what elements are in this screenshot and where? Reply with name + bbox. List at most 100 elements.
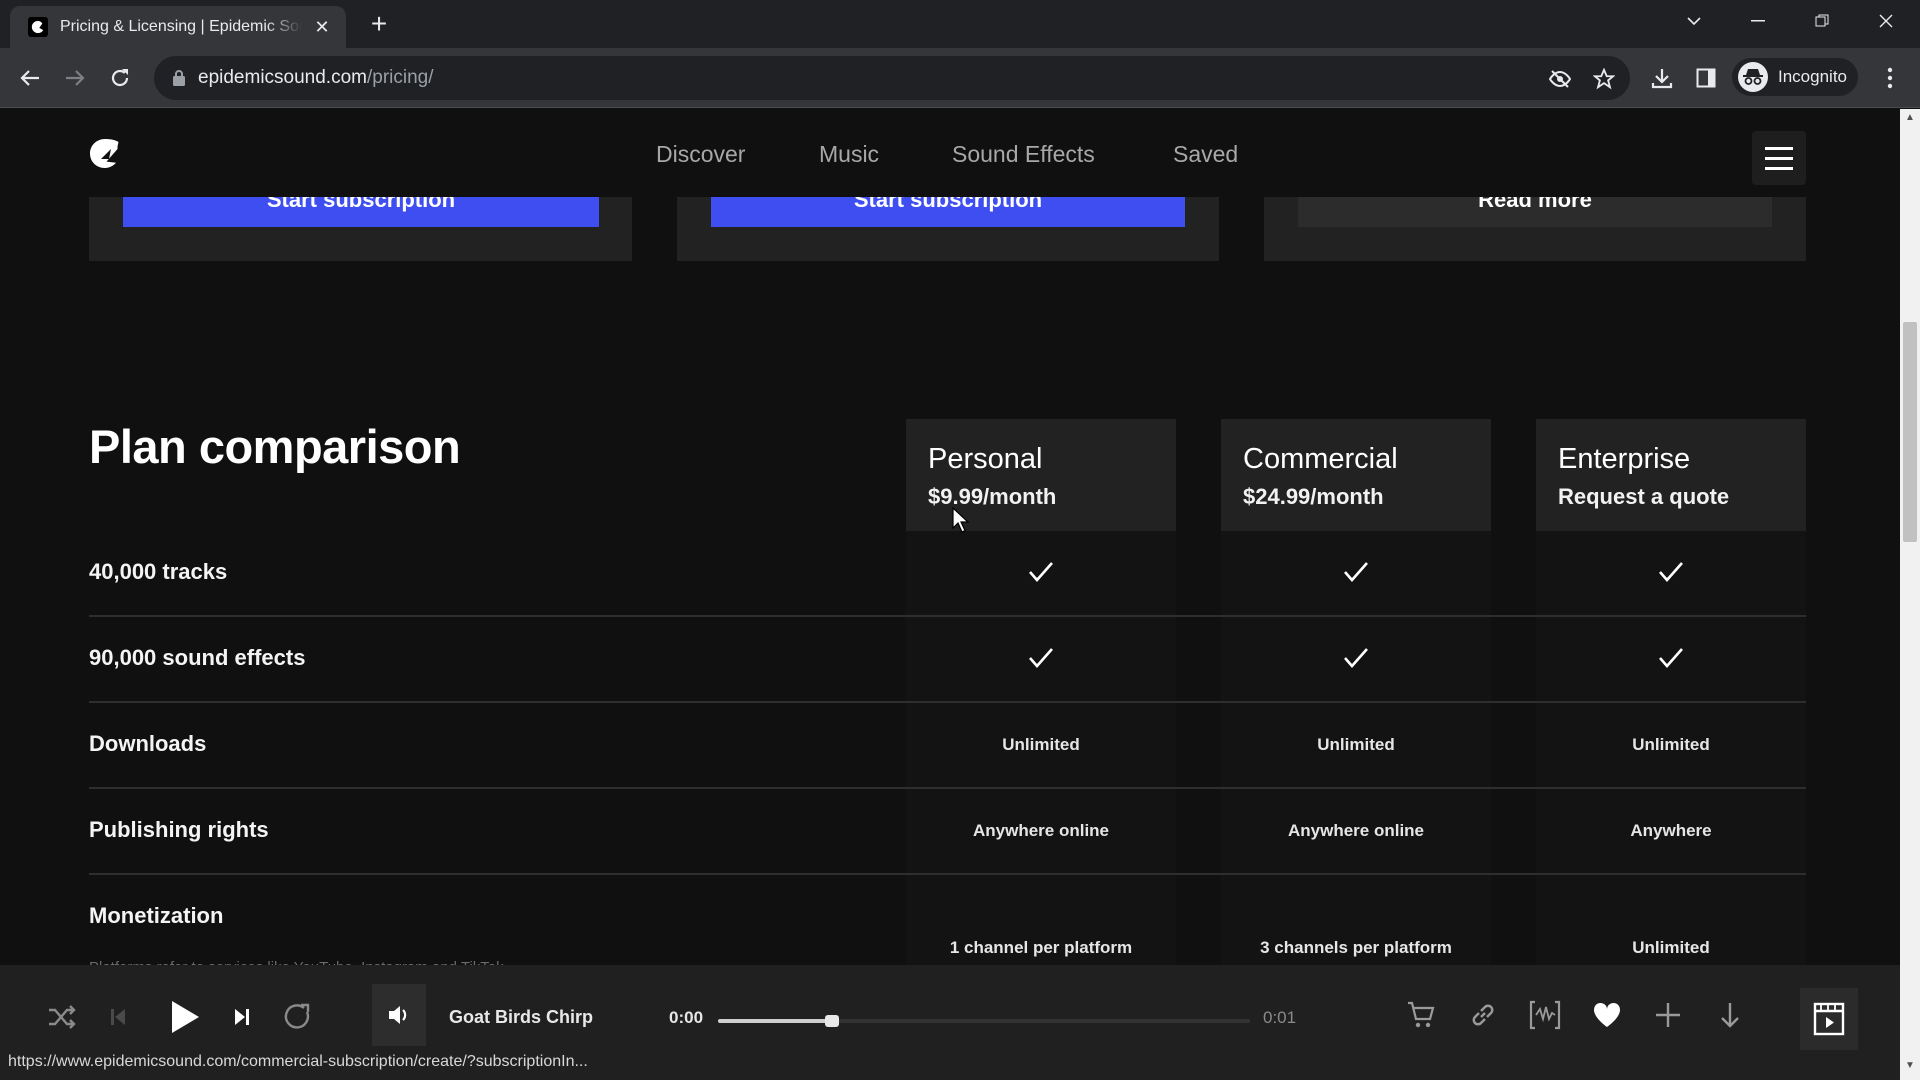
address-bar[interactable]: epidemicsound.com/pricing/ — [154, 56, 1630, 100]
browser-tab-active[interactable]: Pricing & Licensing | Epidemic Sound ✕ — [10, 6, 346, 48]
check-icon — [1221, 647, 1491, 669]
minimize-button[interactable] — [1734, 8, 1782, 34]
reload-button[interactable] — [104, 62, 136, 94]
status-bar-url: https://www.epidemicsound.com/commercial… — [0, 1049, 596, 1078]
cell-value: Unlimited — [1317, 735, 1395, 754]
next-button[interactable] — [222, 997, 262, 1037]
page-viewport: Start subscription Start subscription Re… — [0, 109, 1900, 965]
tracking-protection-eye-icon[interactable] — [1548, 67, 1572, 91]
url-host: epidemicsound.com — [198, 67, 367, 88]
progress-buffered — [718, 1019, 836, 1023]
menu-line — [1765, 146, 1793, 150]
check-icon — [1536, 647, 1806, 669]
epidemic-favicon-icon — [28, 17, 48, 37]
nav-sound-effects[interactable]: Sound Effects — [952, 141, 1095, 168]
download-button[interactable] — [1710, 995, 1750, 1035]
favorite-button[interactable] — [1587, 995, 1627, 1035]
duration: 0:01 — [1263, 1008, 1297, 1027]
side-panel-icon[interactable] — [1692, 64, 1720, 92]
next-icon — [235, 1009, 249, 1025]
cell-value: Unlimited — [1632, 938, 1710, 957]
page-scrollbar[interactable] — [1900, 109, 1920, 1080]
cell-value: 1 channel per platform — [949, 938, 1133, 957]
scroll-down-arrow-icon[interactable]: ▼ — [1904, 1060, 1916, 1072]
track-title[interactable]: Goat Birds Chirp — [449, 1007, 593, 1028]
plan-price: $24.99/month — [1243, 484, 1384, 509]
row-label: Publishing rights — [89, 817, 269, 842]
stems-button[interactable] — [1525, 995, 1565, 1035]
nav-discover[interactable]: Discover — [656, 141, 745, 168]
mouse-cursor-icon — [952, 507, 970, 533]
scroll-up-arrow-icon[interactable]: ▲ — [1904, 112, 1916, 124]
browser-tabstrip: Pricing & Licensing | Epidemic Sound ✕ + — [0, 0, 1920, 48]
plan-price: Request a quote — [1558, 484, 1730, 509]
cell-value: Anywhere — [1630, 821, 1712, 840]
plan-comparison-title: Plan comparison — [89, 420, 461, 473]
cell-value: Unlimited — [1632, 735, 1710, 754]
heart-icon — [1593, 1002, 1621, 1027]
plan-name: Personal — [928, 443, 1043, 475]
downloads-icon[interactable] — [1648, 64, 1676, 92]
plan-header-enterprise: Enterprise Request a quote — [1536, 419, 1806, 531]
menu-line — [1765, 156, 1793, 160]
tab-search-icon[interactable] — [1670, 8, 1718, 34]
row-label: 40,000 tracks — [89, 559, 228, 584]
play-button[interactable] — [160, 992, 210, 1042]
progress-bar[interactable] — [718, 1015, 1250, 1027]
menu-line — [1765, 166, 1793, 170]
plan-header-personal: Personal $9.99/month — [906, 419, 1176, 531]
nav-saved[interactable]: Saved — [1173, 141, 1238, 168]
progress-handle[interactable] — [825, 1015, 840, 1027]
nav-music[interactable]: Music — [819, 141, 879, 168]
video-icon — [1813, 1002, 1845, 1036]
volume-button[interactable] — [372, 984, 426, 1046]
row-label: Monetization — [89, 903, 224, 928]
tab-close-icon[interactable]: ✕ — [310, 15, 334, 39]
tab-title: Pricing & Licensing | Epidemic Sound — [60, 18, 302, 35]
cell-value: Anywhere online — [1287, 821, 1425, 840]
site-header: Discover Music Sound Effects Saved — [0, 109, 1900, 197]
add-to-playlist-button[interactable] — [1648, 995, 1688, 1035]
row-label: Downloads — [89, 731, 207, 756]
download-icon — [1721, 1003, 1739, 1028]
link-icon — [1472, 1004, 1494, 1026]
restore-button[interactable] — [1798, 8, 1846, 34]
cell-value: Anywhere online — [972, 821, 1110, 840]
previous-icon — [111, 1009, 125, 1025]
copy-link-button[interactable] — [1463, 995, 1503, 1035]
shuffle-button[interactable] — [42, 997, 82, 1037]
repeat-button[interactable] — [278, 997, 318, 1037]
epidemic-sound-logo[interactable] — [88, 137, 120, 169]
video-preview-button[interactable] — [1800, 988, 1858, 1050]
scrollbar-thumb[interactable] — [1903, 322, 1917, 542]
add-to-cart-button[interactable] — [1401, 995, 1441, 1035]
back-button[interactable] — [14, 62, 46, 94]
check-icon — [906, 647, 1176, 669]
incognito-label: Incognito — [1778, 67, 1847, 86]
check-icon — [1221, 561, 1491, 583]
cell-value: 3 channels per platform — [1260, 938, 1452, 957]
previous-button[interactable] — [98, 997, 138, 1037]
plan-name: Commercial — [1243, 443, 1398, 475]
new-tab-button[interactable]: + — [366, 10, 392, 38]
add-icon — [1656, 1003, 1680, 1027]
cart-icon — [1408, 1001, 1435, 1028]
plan-name: Enterprise — [1558, 443, 1691, 475]
close-window-button[interactable] — [1862, 8, 1910, 34]
check-icon — [1536, 561, 1806, 583]
row-label: 90,000 sound effects — [89, 645, 306, 670]
lock-icon — [173, 70, 185, 86]
browser-toolbar: epidemicsound.com/pricing/ Incognito — [0, 48, 1920, 108]
forward-button[interactable] — [59, 62, 91, 94]
hamburger-menu-button[interactable] — [1752, 131, 1806, 185]
plan-header-commercial: Commercial $24.99/month — [1221, 419, 1491, 531]
shuffle-icon — [49, 1005, 76, 1029]
play-icon — [172, 1001, 199, 1033]
bookmark-star-icon[interactable] — [1592, 67, 1616, 91]
incognito-profile-button[interactable]: Incognito — [1732, 58, 1858, 96]
url-path: /pricing/ — [366, 67, 434, 88]
stems-icon — [1529, 1000, 1561, 1030]
browser-menu-icon[interactable] — [1876, 64, 1904, 92]
current-time: 0:00 — [669, 1008, 704, 1027]
cell-value: Unlimited — [1002, 735, 1080, 754]
